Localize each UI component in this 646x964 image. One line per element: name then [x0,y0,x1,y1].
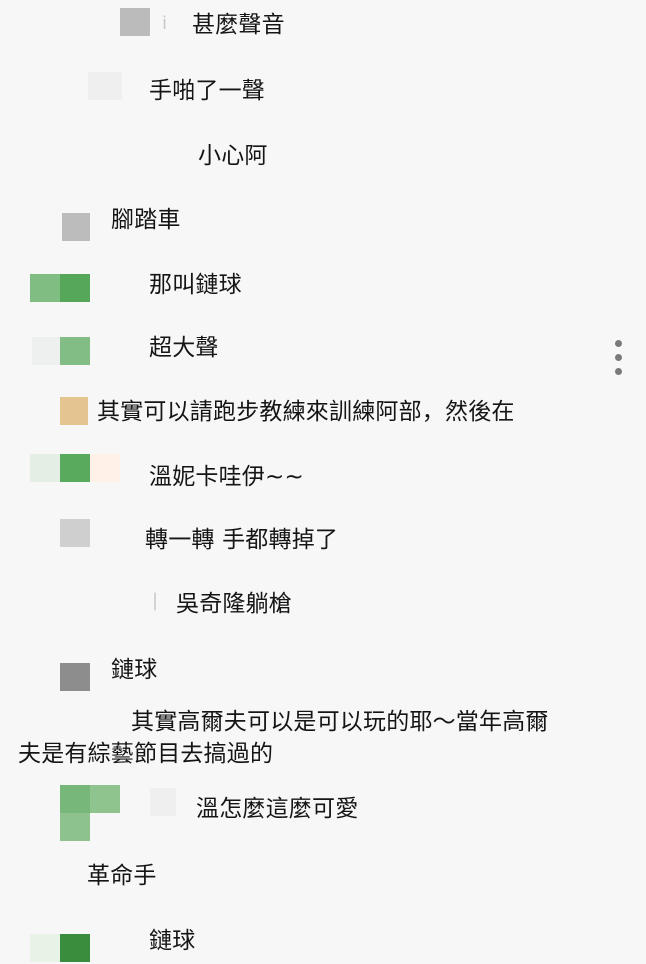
chat-message-3: 小心阿 [0,139,646,179]
blurred-avatar [90,785,120,813]
blurred-avatar [60,934,90,962]
blurred-username: | [152,590,159,611]
chat-message-12: 其實高爾夫可以是可以玩的耶～當年高爾 夫是有綜藝節目去搞過的 [0,707,646,777]
message-text: 吳奇隆躺槍 [176,591,292,617]
message-text: 腳踏車 [111,207,181,233]
blurred-avatar [88,72,122,100]
chat-message-6: 超大聲 [0,333,646,373]
blurred-avatar [90,454,120,482]
blurred-username: i [162,13,168,34]
chat-message-4: 腳踏車 [0,203,646,243]
blurred-avatar [30,934,60,962]
more-vertical-icon [615,368,622,375]
blurred-avatar [60,663,90,691]
blurred-avatar [150,788,176,816]
message-text: 鏈球 [111,657,158,683]
blurred-avatar [30,274,60,302]
chat-message-13: 溫怎麼這麼可愛 [0,785,646,848]
chat-message-8: 溫妮卡哇伊~~ [0,454,646,500]
blurred-avatar [30,454,60,482]
message-text-continued: 夫是有綜藝節目去搞過的 [18,741,274,767]
more-vertical-icon [615,354,622,361]
blurred-avatar [60,813,90,841]
blurred-avatar [60,397,88,425]
blurred-avatar [60,785,90,813]
chat-message-1: i 甚麼聲音 [0,8,646,48]
blurred-avatar [60,519,90,547]
message-text: 小心阿 [198,143,268,169]
message-text: 溫妮卡哇伊~~ [149,464,304,490]
chat-message-7: 其實可以請跑步教練來訓練阿部，然後在 [0,397,646,437]
message-text: 甚麼聲音 [192,12,285,38]
blurred-avatar [60,274,90,302]
more-options-button[interactable] [609,334,629,380]
message-text: 革命手 [87,863,157,889]
message-text: 溫怎麼這麼可愛 [196,796,359,822]
chat-message-15: 鏈球 [0,924,646,964]
chat-message-2: 手啪了一聲 [0,72,646,114]
message-text: 手啪了一聲 [149,78,265,104]
message-text: 超大聲 [149,335,219,361]
chat-message-14: 革命手 [0,859,646,899]
message-text: 那叫鏈球 [149,272,242,298]
message-text: 鏈球 [149,928,196,954]
chat-message-11: 鏈球 [0,653,646,693]
message-text: 轉一轉 手都轉掉了 [145,527,339,553]
message-text: 其實可以請跑步教練來訓練阿部，然後在 [97,399,515,425]
blurred-avatar [60,337,90,365]
chat-message-9: 轉一轉 手都轉掉了 [0,519,646,565]
chat-message-10: | 吳奇隆躺槍 [0,589,646,629]
more-vertical-icon [615,340,622,347]
chat-message-5: 那叫鏈球 [0,268,646,308]
message-text: 其實高爾夫可以是可以玩的耶～當年高爾 [131,709,549,735]
chat-message-list: i 甚麼聲音 手啪了一聲 小心阿 腳踏車 那叫鏈球 超大聲 其實可以請跑步教練來… [0,0,646,964]
blurred-avatar [62,213,90,241]
blurred-avatar [120,8,150,36]
blurred-avatar [32,337,60,365]
blurred-avatar [60,454,90,482]
